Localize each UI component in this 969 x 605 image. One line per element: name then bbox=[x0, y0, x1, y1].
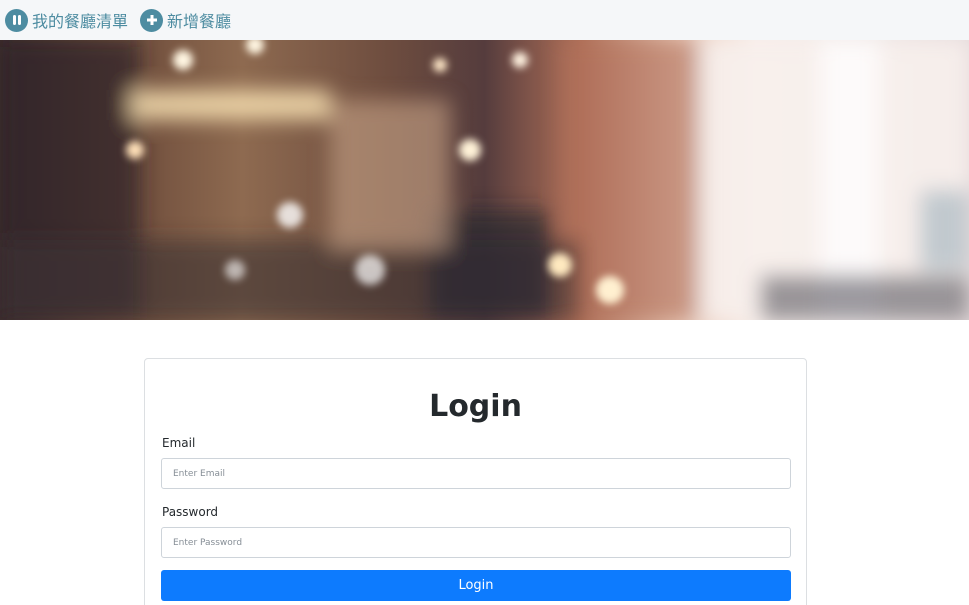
nav-link-label: 新增餐廳 bbox=[167, 12, 232, 31]
utensils-icon bbox=[5, 8, 28, 32]
login-title: Login bbox=[429, 389, 522, 424]
login-card: Login Email Password Login bbox=[144, 358, 807, 605]
nav-link-my-restaurants[interactable]: 我的餐廳清單 bbox=[5, 8, 128, 32]
password-label: Password bbox=[162, 505, 219, 519]
plus-circle-icon bbox=[140, 8, 164, 32]
login-button[interactable]: Login bbox=[161, 570, 791, 601]
nav-link-add-restaurant[interactable]: 新增餐廳 bbox=[140, 8, 231, 32]
top-navbar: 我的餐廳清單 新增餐廳 bbox=[0, 0, 969, 40]
email-input[interactable] bbox=[161, 458, 791, 489]
hero-banner-image bbox=[0, 40, 969, 320]
nav-link-label: 我的餐廳清單 bbox=[32, 12, 129, 31]
email-label: Email bbox=[162, 436, 196, 450]
password-input[interactable] bbox=[161, 527, 791, 558]
